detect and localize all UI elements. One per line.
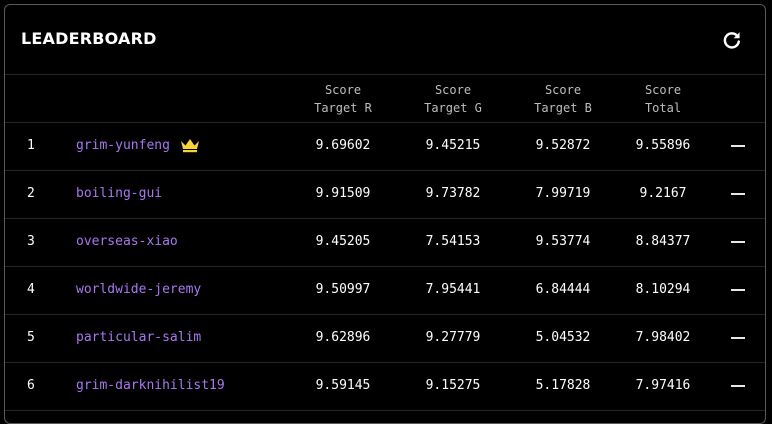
leaderboard-header: LEADERBOARD (5, 5, 765, 75)
expand-dash-icon[interactable] (731, 337, 745, 339)
player-name-link[interactable]: particular-salim (76, 314, 201, 361)
expand-dash-icon[interactable] (731, 241, 745, 243)
score-target-g: 7.95441 (425, 282, 481, 297)
column-headers: Score Target R Score Target G Score Targ… (5, 74, 765, 123)
column-header-line1: Score (434, 83, 472, 97)
score-target-r: 9.62896 (315, 330, 371, 345)
score-target-b: 5.17828 (535, 378, 591, 393)
column-header-line1: Score (544, 83, 582, 97)
column-header-line2: Target B (534, 101, 592, 115)
score-target-g: 7.54153 (425, 234, 481, 249)
player-name-link[interactable]: grim-darknihilist19 (76, 362, 225, 409)
player-name-link[interactable]: boiling-gui (76, 170, 162, 217)
column-header-line2: Target G (424, 101, 482, 115)
rank-cell: 3 (27, 234, 35, 249)
score-target-b: 5.04532 (535, 330, 591, 345)
score-target-g: 9.27779 (425, 330, 481, 345)
rank-cell: 5 (27, 330, 35, 345)
rank-cell: 6 (27, 378, 35, 393)
expand-dash-icon[interactable] (731, 289, 745, 291)
table-row: 1 grim-yunfeng 9.69602 9.45215 9.52872 9… (5, 122, 765, 171)
score-total: 8.10294 (635, 282, 691, 297)
expand-dash-icon[interactable] (731, 193, 745, 195)
score-total: 8.84377 (635, 234, 691, 249)
score-target-g: 9.45215 (425, 138, 481, 153)
column-header-line2: Total (644, 101, 682, 115)
player-name-link[interactable]: overseas-xiao (76, 218, 178, 265)
score-target-r: 9.59145 (315, 378, 371, 393)
table-row: 5 particular-salim 9.62896 9.27779 5.045… (5, 314, 765, 363)
table-row: 4 worldwide-jeremy 9.50997 7.95441 6.844… (5, 266, 765, 315)
score-target-b: 9.52872 (535, 138, 591, 153)
crown-icon (180, 137, 200, 153)
expand-dash-icon[interactable] (731, 145, 745, 147)
rank-cell: 4 (27, 282, 35, 297)
score-total: 7.98402 (635, 330, 691, 345)
score-total: 9.2167 (639, 186, 687, 201)
rank-cell: 1 (27, 138, 35, 153)
score-target-r: 9.50997 (315, 282, 371, 297)
leaderboard-title: LEADERBOARD (21, 29, 157, 48)
score-target-r: 9.91509 (315, 186, 371, 201)
player-name-link[interactable]: worldwide-jeremy (76, 266, 201, 313)
score-target-b: 7.99719 (535, 186, 591, 201)
leaderboard-panel: LEADERBOARD Score Target R Score Target … (4, 4, 766, 424)
column-header-target-b[interactable]: Score Target B (518, 81, 608, 117)
score-target-g: 9.15275 (425, 378, 481, 393)
table-row: 2 boiling-gui 9.91509 9.73782 7.99719 9.… (5, 170, 765, 219)
table-row: 3 overseas-xiao 9.45205 7.54153 9.53774 … (5, 218, 765, 267)
column-header-line1: Score (644, 83, 682, 97)
column-header-total[interactable]: Score Total (618, 81, 708, 117)
score-total: 7.97416 (635, 378, 691, 393)
score-target-b: 6.84444 (535, 282, 591, 297)
column-header-target-g[interactable]: Score Target G (408, 81, 498, 117)
expand-dash-icon[interactable] (731, 385, 745, 387)
score-total: 9.55896 (635, 138, 691, 153)
score-target-b: 9.53774 (535, 234, 591, 249)
column-header-line1: Score (324, 83, 362, 97)
refresh-icon[interactable] (721, 29, 743, 51)
column-header-target-r[interactable]: Score Target R (298, 81, 388, 117)
score-target-r: 9.69602 (315, 138, 371, 153)
column-header-line2: Target R (314, 101, 372, 115)
player-name-link[interactable]: grim-yunfeng (76, 122, 170, 169)
rank-cell: 2 (27, 186, 35, 201)
table-row: 6 grim-darknihilist19 9.59145 9.15275 5.… (5, 362, 765, 411)
score-target-g: 9.73782 (425, 186, 481, 201)
score-target-r: 9.45205 (315, 234, 371, 249)
